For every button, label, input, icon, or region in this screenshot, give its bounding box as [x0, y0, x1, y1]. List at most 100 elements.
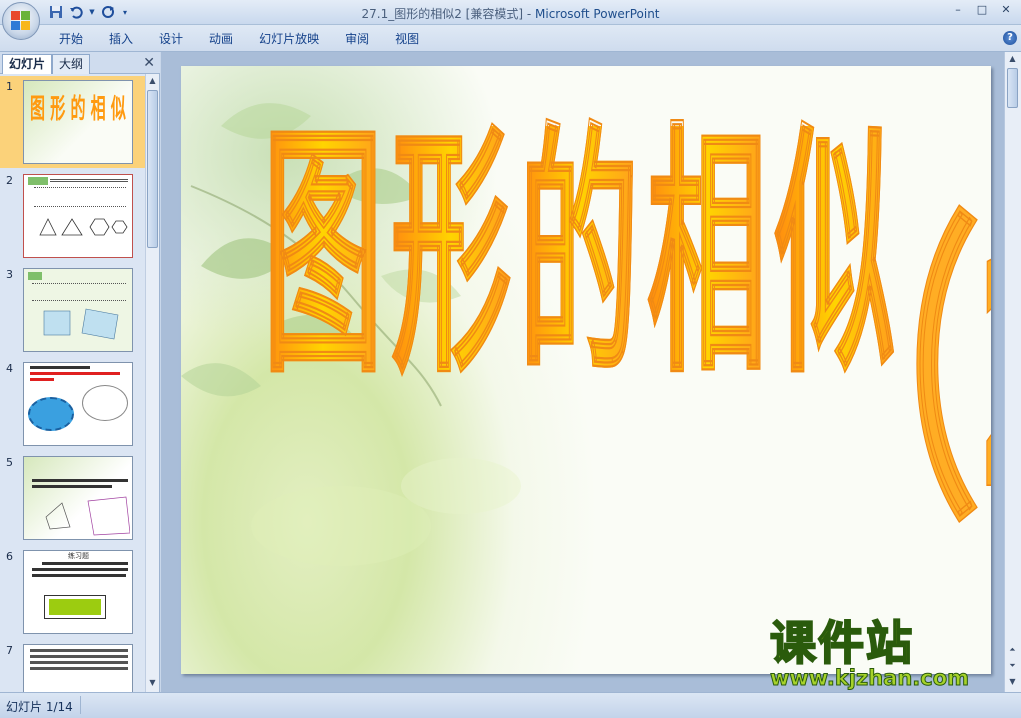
slide-number: 2	[6, 174, 13, 187]
next-slide-icon[interactable]: ⏷	[1007, 660, 1018, 672]
slide-thumbnail-5[interactable]: 5	[0, 452, 145, 544]
slide-preview	[23, 268, 133, 352]
thumb-text-line	[32, 479, 128, 482]
thumb-text-line	[42, 562, 128, 565]
thumb-text-line	[32, 574, 126, 577]
thumb-text-line	[30, 661, 128, 664]
redo-icon[interactable]	[100, 4, 116, 20]
customize-qat-icon[interactable]: ▾	[120, 4, 130, 20]
thumb-text-line	[32, 485, 112, 488]
slide-thumbnail-2[interactable]: 2	[0, 170, 145, 262]
ribbon-tabs: 开始 插入 设计 动画 幻灯片放映 审阅 视图	[46, 30, 432, 48]
window-controls: – □ ✕	[947, 1, 1017, 17]
title-number: （2）	[780, 188, 991, 562]
slides-panel: 幻灯片 大纲 ✕ 1 图 形 的 相 似 （2） 2 3	[0, 52, 160, 692]
thumb-text-line	[30, 655, 128, 658]
thumb-cloud	[28, 397, 74, 431]
slide-position-status: 幻灯片 1/14	[6, 700, 73, 714]
scroll-down-icon[interactable]: ▼	[147, 677, 158, 689]
slide-scrollbar[interactable]: ▲ ⏶ ⏷ ▼	[1004, 52, 1021, 692]
help-icon[interactable]: ?	[1003, 31, 1017, 45]
tab-home[interactable]: 开始	[46, 30, 96, 48]
thumb-decoration	[28, 272, 42, 280]
slide-preview	[23, 362, 133, 446]
slide-thumbnail-3[interactable]: 3	[0, 264, 145, 356]
thumb-text-block	[32, 283, 126, 301]
slide-number: 5	[6, 456, 13, 469]
watermark-text: 课件站	[769, 616, 914, 670]
slide-preview: 练习题	[23, 550, 133, 634]
thumb-bubble	[82, 385, 128, 421]
ribbon-tab-bar: 开始 插入 设计 动画 幻灯片放映 审阅 视图 ?	[0, 25, 1021, 52]
minimize-button[interactable]: –	[947, 1, 969, 17]
save-icon[interactable]	[48, 4, 64, 20]
thumb-title: 图 形 的 相 似 （2）	[30, 92, 132, 126]
tab-design[interactable]: 设计	[146, 30, 196, 48]
thumb-text-line	[30, 366, 90, 369]
tab-review[interactable]: 审阅	[332, 30, 382, 48]
undo-icon[interactable]	[68, 4, 84, 20]
slide-preview: 图 形 的 相 似 （2）	[23, 80, 133, 164]
thumb-decoration	[28, 177, 48, 185]
tab-insert[interactable]: 插入	[96, 30, 146, 48]
thumb-text-line	[30, 649, 128, 652]
thumb-text-line	[50, 179, 128, 182]
slide-preview	[23, 644, 133, 692]
thumb-text-line	[32, 568, 128, 571]
watermark-logo: 课件站 www.kjzhan.com	[769, 616, 1002, 694]
slide-canvas[interactable]: 图 形 的 相 似 （2）	[181, 66, 991, 674]
office-logo-icon	[11, 11, 31, 31]
slide-number: 4	[6, 362, 13, 375]
scrollbar-thumb[interactable]	[1007, 68, 1018, 108]
previous-slide-icon[interactable]: ⏶	[1007, 644, 1018, 656]
thumb-text-block	[34, 187, 126, 207]
slide-number: 7	[6, 644, 13, 657]
thumb-text-line	[30, 667, 128, 670]
thumb-shapes	[43, 308, 119, 340]
status-divider	[80, 696, 81, 714]
close-button[interactable]: ✕	[995, 1, 1017, 17]
slide-thumbnail-1[interactable]: 1 图 形 的 相 似 （2）	[0, 76, 145, 168]
thumb-title: 练习题	[68, 552, 89, 560]
slide-number: 3	[6, 268, 13, 281]
title-char-3: 的	[519, 104, 640, 410]
tab-animations[interactable]: 动画	[196, 30, 246, 48]
slide-thumbnail-7[interactable]: 7	[0, 640, 145, 692]
panel-close-icon[interactable]: ✕	[143, 55, 155, 71]
window-title: 27.1_图形的相似2 [兼容模式] - Microsoft PowerPoin…	[0, 5, 1021, 22]
title-char-1: 图	[263, 104, 384, 410]
slide-preview	[23, 174, 133, 258]
scroll-up-icon[interactable]: ▲	[1007, 53, 1018, 65]
panel-tabs: 幻灯片 大纲 ✕	[0, 52, 160, 74]
slide-thumbnail-4[interactable]: 4	[0, 358, 145, 450]
scrollbar-thumb[interactable]	[147, 90, 158, 248]
slide-thumbnail-6[interactable]: 6 练习题	[0, 546, 145, 638]
thumb-shapes	[45, 496, 130, 536]
slide-editing-area: 图 形 的 相 似 （2）	[161, 52, 1004, 692]
slide-preview	[23, 456, 133, 540]
slide-number: 1	[6, 80, 13, 93]
slide-thumbnails: 1 图 形 的 相 似 （2） 2 3 4	[0, 74, 145, 692]
scroll-down-icon[interactable]: ▼	[1007, 676, 1018, 688]
scroll-up-icon[interactable]: ▲	[147, 75, 158, 87]
tab-view[interactable]: 视图	[382, 30, 432, 48]
maximize-button[interactable]: □	[971, 1, 993, 17]
undo-dropdown-icon[interactable]: ▼	[88, 4, 96, 20]
app-name: Microsoft PowerPoint	[535, 7, 660, 21]
title-char-2: 形	[391, 104, 512, 410]
title-bar: ▼ ▾ 27.1_图形的相似2 [兼容模式] - Microsoft Power…	[0, 0, 1021, 40]
watermark-url: www.kjzhan.com	[770, 666, 970, 691]
office-button[interactable]	[2, 2, 40, 40]
slide-number: 6	[6, 550, 13, 563]
thumb-text-line	[30, 378, 54, 381]
tab-slideshow[interactable]: 幻灯片放映	[246, 30, 332, 48]
thumbnails-scrollbar[interactable]: ▲ ▼	[145, 74, 159, 692]
thumb-rectangle	[49, 599, 101, 615]
status-bar: 幻灯片 1/14	[0, 692, 1021, 718]
quick-access-toolbar: ▼ ▾	[48, 3, 130, 21]
title-char-4: 相	[647, 104, 768, 410]
tab-outline[interactable]: 大纲	[52, 54, 91, 74]
document-title: 27.1_图形的相似2 [兼容模式] -	[361, 7, 535, 21]
thumb-text-line	[30, 372, 120, 375]
tab-slides[interactable]: 幻灯片	[2, 54, 53, 74]
